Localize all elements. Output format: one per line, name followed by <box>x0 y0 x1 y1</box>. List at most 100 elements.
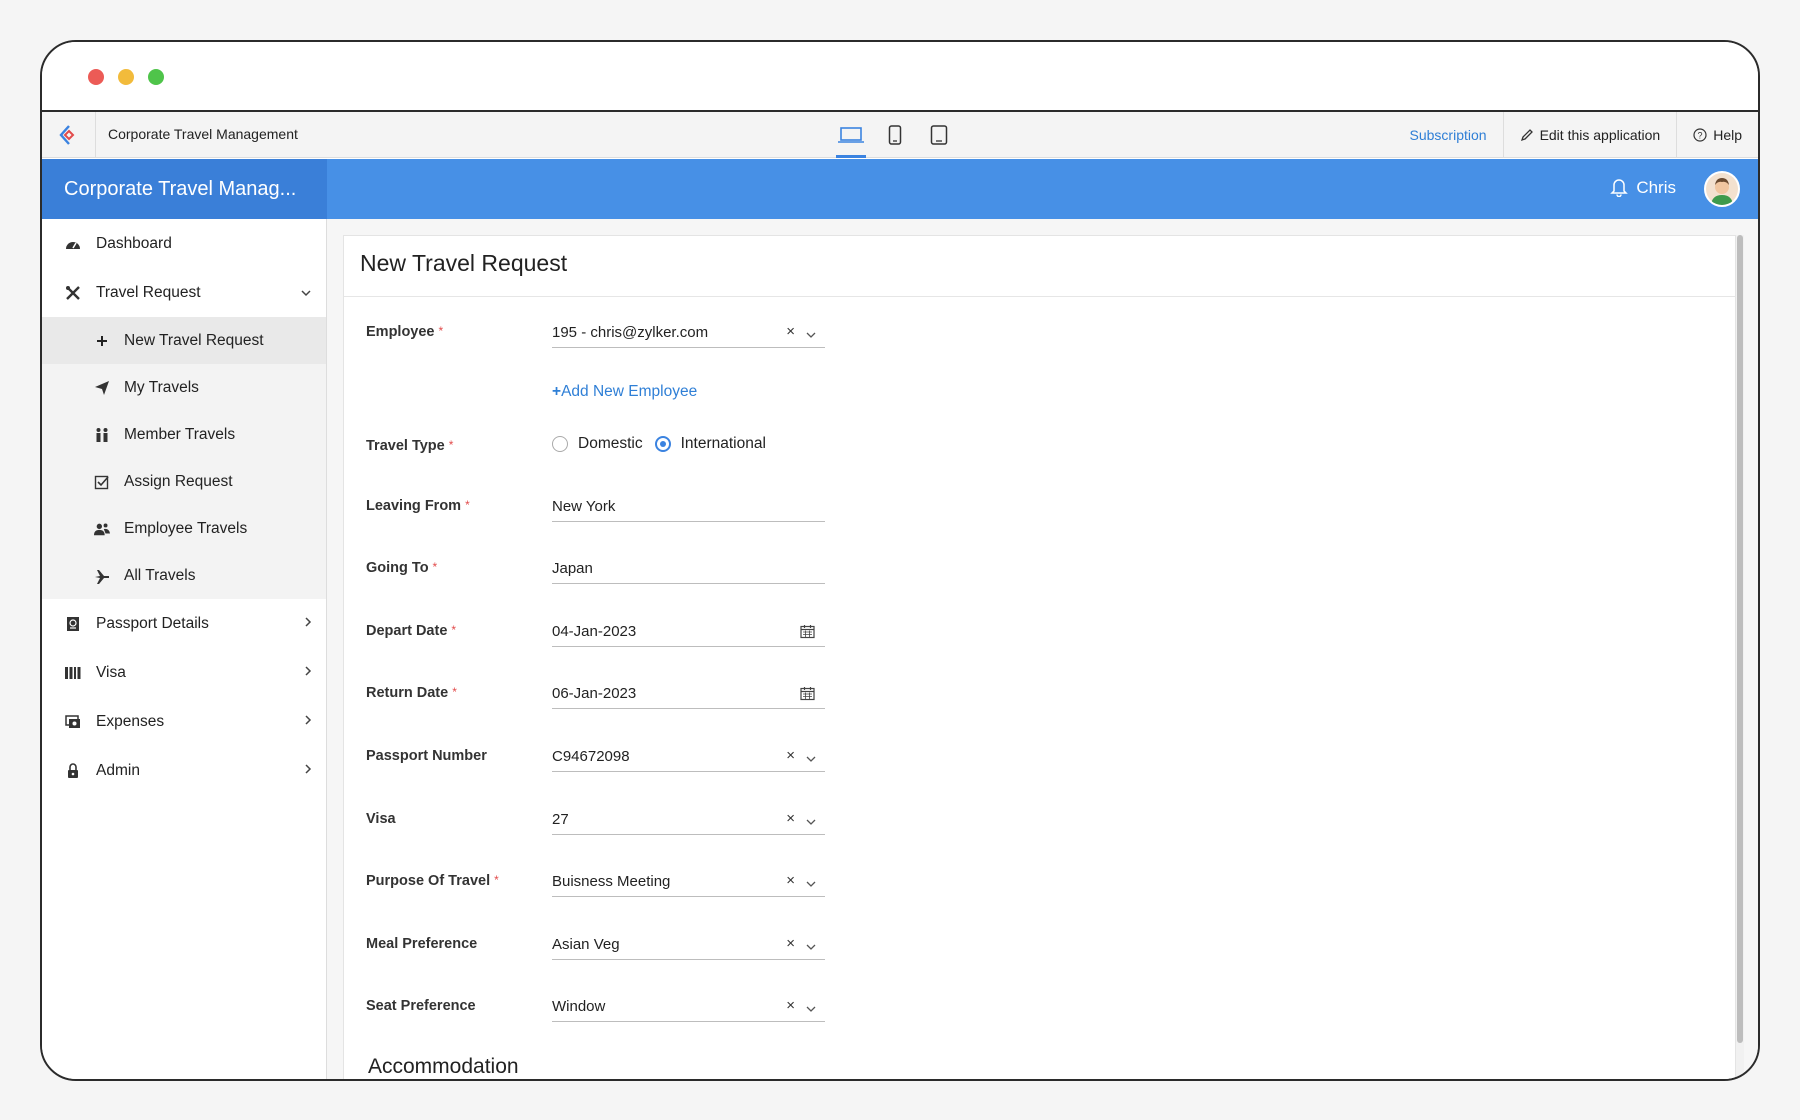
passport-number-value: C94672098 <box>552 748 630 765</box>
sidebar-item-label: Travel Request <box>96 283 201 301</box>
radio-international[interactable]: International <box>654 435 766 453</box>
scrollbar-thumb[interactable] <box>1737 235 1743 1043</box>
clear-icon[interactable]: × <box>786 935 795 952</box>
passport-number-label: Passport Number <box>366 748 487 764</box>
sidebar-item-employee-travels[interactable]: Employee Travels <box>42 505 326 552</box>
close-window-button[interactable] <box>88 69 104 85</box>
user-name[interactable]: Chris <box>1636 178 1676 198</box>
clear-icon[interactable]: × <box>786 810 795 827</box>
employee-select[interactable]: 195 - chris@zylker.com × <box>552 318 825 348</box>
required-marker: * <box>438 324 444 338</box>
scrollbar[interactable] <box>1736 235 1744 1079</box>
laptop-icon <box>838 127 864 143</box>
chevron-right-icon <box>304 615 312 633</box>
meal-preference-label: Meal Preference <box>366 936 478 952</box>
help-circle-icon: ? <box>1693 128 1707 142</box>
visa-select[interactable]: 27 × <box>552 805 825 835</box>
going-to-input[interactable]: Japan <box>552 554 825 584</box>
passport-icon <box>64 615 82 633</box>
chevron-down-icon[interactable] <box>805 938 817 955</box>
leaving-from-input[interactable]: New York <box>552 492 825 522</box>
subscription-link[interactable]: Subscription <box>1394 112 1503 158</box>
sidebar-item-visa[interactable]: Visa <box>42 648 326 697</box>
return-date-label-text: Return Date <box>366 685 449 701</box>
maximize-window-button[interactable] <box>148 69 164 85</box>
paper-plane-icon <box>94 380 110 396</box>
sidebar-item-label: Expenses <box>96 712 165 730</box>
employee-label: Employee * <box>366 324 443 340</box>
return-date-value: 06-Jan-2023 <box>552 685 637 702</box>
purpose-of-travel-select[interactable]: Buisness Meeting × <box>552 867 825 897</box>
sidebar-item-travel-request[interactable]: Travel Request <box>42 268 326 317</box>
pencil-icon <box>1520 129 1533 142</box>
travel-type-label: Travel Type * <box>366 438 453 454</box>
passport-number-select[interactable]: C94672098 × <box>552 742 825 772</box>
depart-date-label-text: Depart Date <box>366 623 448 639</box>
radio-button[interactable] <box>552 436 568 452</box>
sidebar-item-label: Dashboard <box>96 234 172 252</box>
required-marker: * <box>448 438 454 452</box>
travel-type-radio-group: Domestic International <box>552 435 778 453</box>
clear-icon[interactable]: × <box>786 747 795 764</box>
sidebar-item-label: Employee Travels <box>124 519 248 537</box>
sidebar-item-expenses[interactable]: Expenses <box>42 697 326 746</box>
sidebar-item-dashboard[interactable]: Dashboard <box>42 219 326 268</box>
admin-icon <box>64 762 82 780</box>
chevron-down-icon[interactable] <box>805 326 817 343</box>
chevron-down-icon[interactable] <box>805 1000 817 1017</box>
user-avatar[interactable] <box>1704 171 1740 207</box>
depart-date-input[interactable]: 04-Jan-2023 <box>552 617 825 647</box>
app-brand-title[interactable]: Corporate Travel Manag... <box>42 159 327 219</box>
clear-icon[interactable]: × <box>786 997 795 1014</box>
calendar-icon[interactable] <box>800 624 815 643</box>
travel-request-form: New Travel Request Employee * 195 - chris… <box>343 235 1736 1079</box>
sidebar-item-passport-details[interactable]: Passport Details <box>42 599 326 648</box>
leaving-from-label: Leaving From * <box>366 498 470 514</box>
mobile-preview-button[interactable] <box>880 112 910 158</box>
chevron-down-icon[interactable] <box>805 875 817 892</box>
travel-request-submenu: New Travel Request My Travels Member Tra… <box>42 317 326 599</box>
sidebar-item-label: All Travels <box>124 566 196 584</box>
seat-preference-select[interactable]: Window × <box>552 992 825 1022</box>
sidebar-item-all-travels[interactable]: All Travels <box>42 552 326 599</box>
sidebar-nav: Dashboard Travel Request New Travel Requ… <box>42 219 327 1079</box>
required-marker: * <box>451 623 457 637</box>
chevron-down-icon[interactable] <box>805 813 817 830</box>
travel-type-label-text: Travel Type <box>366 438 445 454</box>
help-button[interactable]: ? Help <box>1676 112 1758 158</box>
sidebar-item-new-travel-request[interactable]: New Travel Request <box>42 317 326 364</box>
sidebar-item-label: My Travels <box>124 378 199 396</box>
clear-icon[interactable]: × <box>786 872 795 889</box>
calendar-icon[interactable] <box>800 686 815 705</box>
meal-preference-select[interactable]: Asian Veg × <box>552 930 825 960</box>
visa-icon <box>64 664 82 682</box>
zoho-creator-logo-icon[interactable] <box>42 112 96 158</box>
clear-icon[interactable]: × <box>786 323 795 340</box>
required-marker: * <box>465 498 470 512</box>
desktop-preview-button[interactable] <box>836 112 866 158</box>
sidebar-item-member-travels[interactable]: Member Travels <box>42 411 326 458</box>
edit-application-button[interactable]: Edit this application <box>1502 112 1677 158</box>
chevron-down-icon[interactable] <box>805 750 817 767</box>
radio-domestic[interactable]: Domestic <box>552 435 643 453</box>
edit-application-label: Edit this application <box>1539 127 1661 143</box>
radio-button-selected[interactable] <box>654 436 671 452</box>
phone-icon <box>888 125 902 145</box>
subscription-label: Subscription <box>1409 127 1487 143</box>
sidebar-item-my-travels[interactable]: My Travels <box>42 364 326 411</box>
plane-icon <box>94 568 110 584</box>
sidebar-item-admin[interactable]: Admin <box>42 746 326 795</box>
window-titlebar <box>42 42 1758 112</box>
notification-bell-icon[interactable] <box>1610 177 1628 202</box>
sidebar-item-label: Member Travels <box>124 425 236 443</box>
chevron-right-icon <box>304 713 312 731</box>
minimize-window-button[interactable] <box>118 69 134 85</box>
tablet-preview-button[interactable] <box>924 112 954 158</box>
return-date-input[interactable]: 06-Jan-2023 <box>552 679 825 709</box>
users-icon <box>94 521 110 537</box>
form-title: New Travel Request <box>344 236 1735 297</box>
chevron-right-icon <box>304 664 312 682</box>
accommodation-section-title: Accommodation <box>368 1055 519 1078</box>
sidebar-item-assign-request[interactable]: Assign Request <box>42 458 326 505</box>
add-new-employee-link[interactable]: +Add New Employee <box>552 383 697 401</box>
